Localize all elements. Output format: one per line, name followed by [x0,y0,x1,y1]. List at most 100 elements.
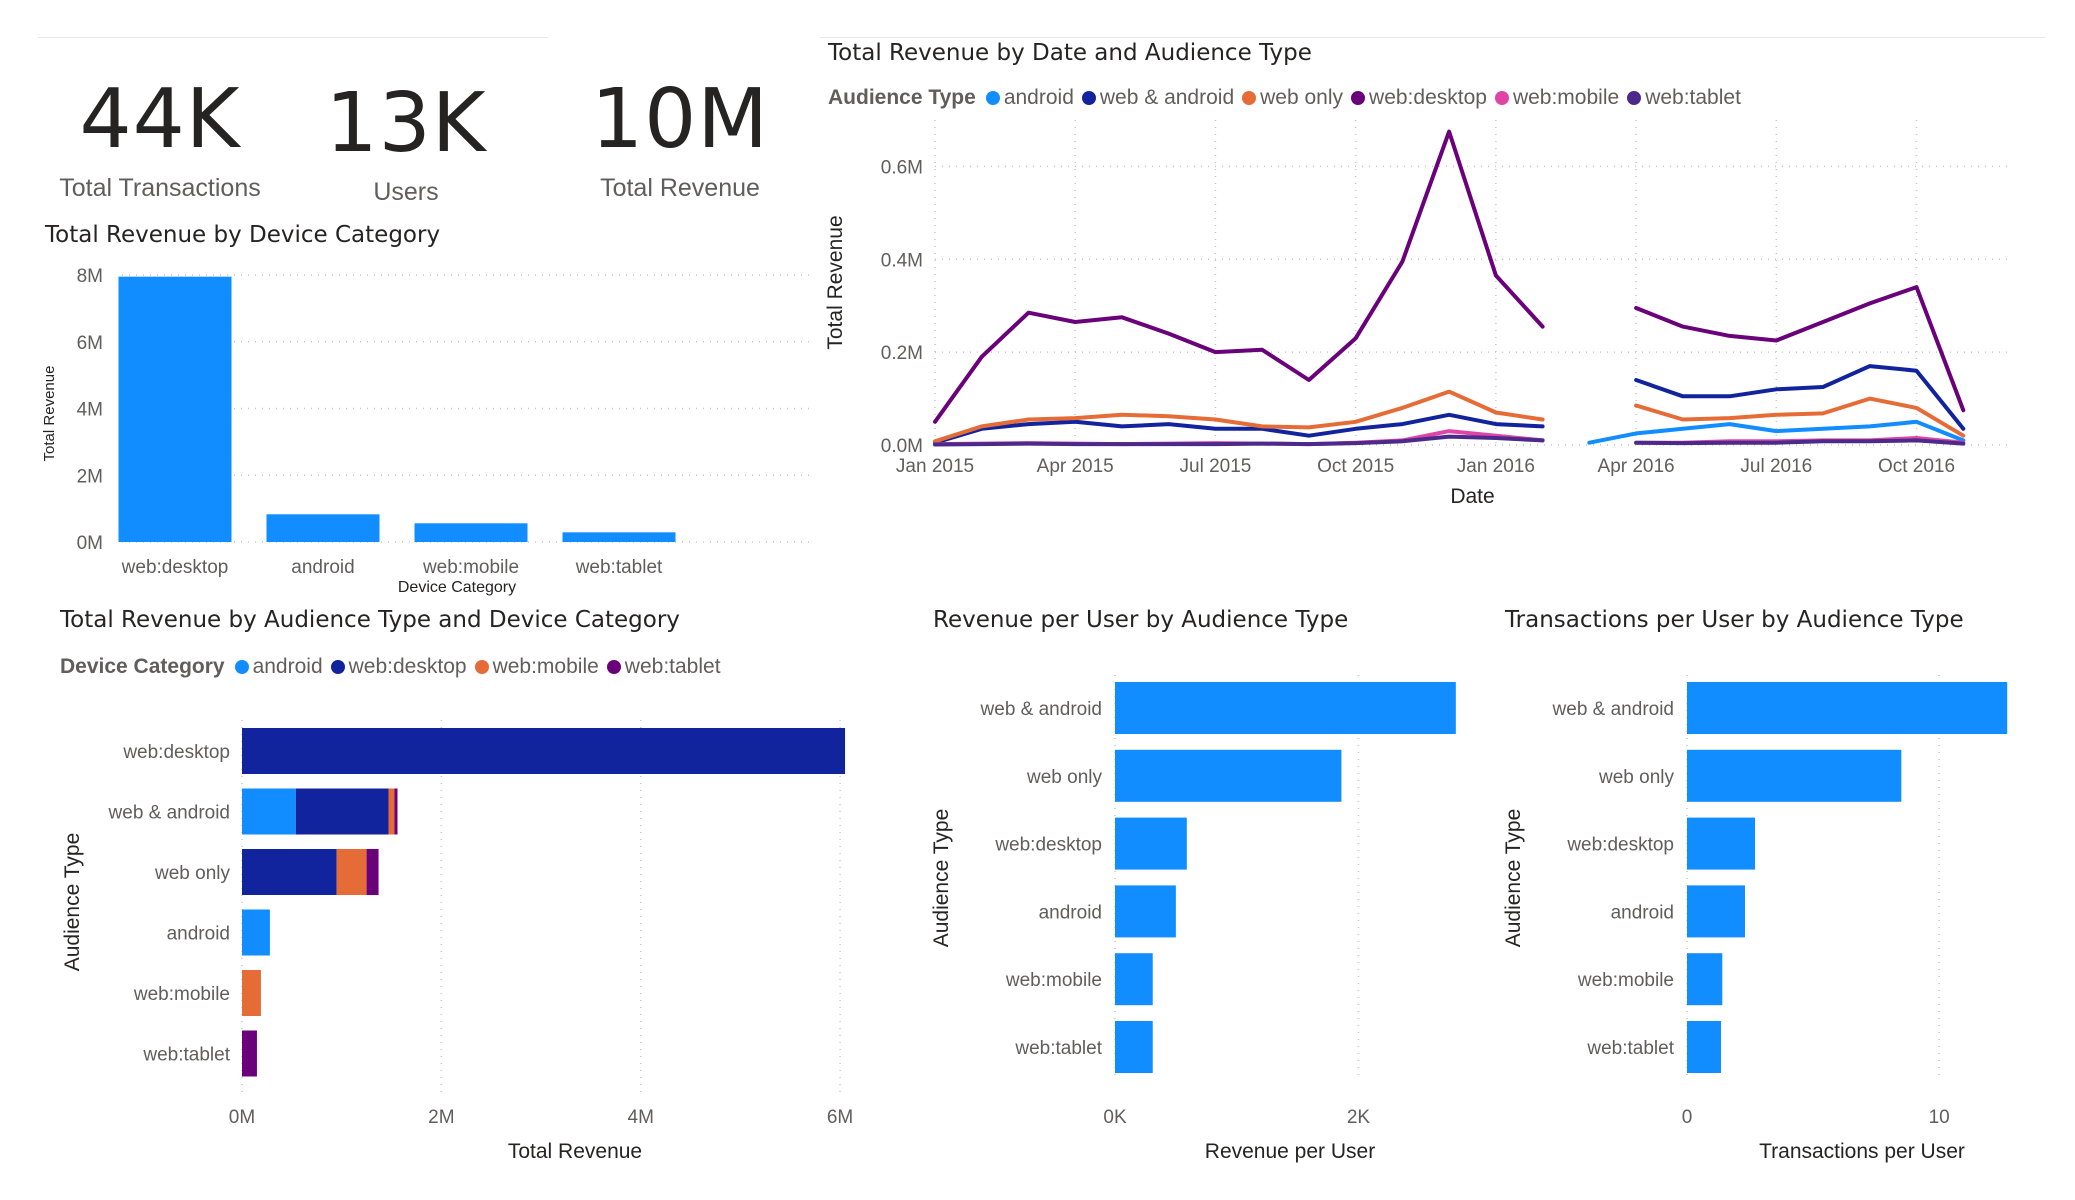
x-axis-label: Device Category [398,579,516,596]
x-tick-label: Jan 2015 [896,456,974,477]
x-axis-label: Total Revenue [508,1140,642,1163]
bar-segment [295,788,389,835]
legend-title: Device Category [60,655,225,678]
bar-segment [394,788,398,835]
legend-item-web-tablet[interactable]: web:tablet [1627,86,1741,110]
legend-label: web:desktop [348,655,467,678]
transactions-per-user-chart[interactable]: 0 10 web & android web only web:desktop andro… [1492,660,2052,1180]
y-axis-label: Total Revenue [41,366,58,462]
kpi-revenue-label: Total Revenue [600,174,760,202]
device-chart-title: Total Revenue by Device Category [45,222,441,248]
bar [266,514,380,542]
y-tick-label: android [1039,902,1102,923]
bar [1115,682,1456,734]
x-tick-label: Apr 2016 [1598,456,1675,477]
series-line [933,434,1966,447]
bar [1687,885,1745,938]
x-tick-label: web:desktop [121,557,229,578]
y-tick-label: android [167,924,230,945]
bar-segment [242,849,337,895]
y-tick-label: 0M [77,533,103,554]
y-axis-label: Audience Type [61,833,84,972]
y-axis-label: Audience Type [930,809,953,948]
x-tick-label: web:tablet [575,557,663,578]
bar [1687,953,1723,1006]
legend-item-web-desktop[interactable]: web:desktop [330,655,467,679]
bar-segment [242,728,846,774]
top-frame-line [38,37,548,38]
bar [1115,817,1187,870]
bar-segment [242,970,261,1016]
legend-label: web:mobile [492,655,599,678]
legend-label: web:mobile [1512,86,1620,109]
legend-label: web only [1260,86,1344,109]
y-tick-label: web only [154,863,230,884]
series-line [933,129,1966,424]
bar [1687,749,1902,802]
y-tick-label: web & android [1552,699,1674,720]
device-bar-chart[interactable]: 0M 2M 4M 6M 8M web:desktop android web:mobile we… [30,255,810,605]
legend-label: android [252,655,323,678]
y-tick-label: 0.2M [881,343,923,364]
legend-label: web & android [1099,86,1235,109]
x-tick-label: Jul 2016 [1740,456,1812,477]
x-tick-label: Jan 2016 [1457,456,1535,477]
legend-item-android[interactable]: android [234,655,323,679]
legend-item-web-mobile[interactable]: web:mobile [1494,86,1620,110]
y-tick-label: web:desktop [994,835,1102,856]
bar [118,276,232,542]
bar [1115,885,1176,938]
y-tick-label: web only [1598,767,1674,788]
bar [562,532,676,542]
legend-item-web-only[interactable]: web only [1242,86,1343,110]
y-tick-label: 0.6M [881,157,923,178]
legend-item-web-tablet[interactable]: web:tablet [606,655,721,679]
legend-dot [1627,91,1642,105]
legend-dot [1351,91,1366,105]
revenue-per-user-chart[interactable]: 0K 2K web & android web only web:desktop andr… [920,660,1480,1180]
kpi-users-label: Users [373,178,439,206]
bar-segment [336,849,367,895]
legend-item-web-mobile[interactable]: web:mobile [474,655,599,679]
legend-dot [1242,91,1257,105]
y-tick-label: 6M [77,333,103,354]
line-chart[interactable]: 0.0M 0.2M 0.4M 0.6M Jan 2015 Apr 2015 Jul 2015… [820,120,2045,520]
legend-item-web-android[interactable]: web & android [1081,86,1235,110]
legend-dot [606,660,621,674]
bar [414,523,528,542]
y-tick-label: web:tablet [1586,1038,1674,1059]
bar-segment [242,909,270,956]
y-tick-label: web:mobile [1005,970,1102,991]
y-tick-label: 8M [77,266,103,287]
rpu-chart-title: Revenue per User by Audience Type [933,607,1349,633]
y-tick-label: 0.0M [881,436,923,457]
x-tick-label: web:mobile [422,557,519,578]
bar [1115,749,1342,802]
legend-dot [474,660,489,674]
legend-dot [1494,91,1509,105]
line-chart-legend: Audience Type android web & android web … [828,86,1749,110]
x-tick-label: Jul 2015 [1180,456,1252,477]
x-tick-label: Oct 2015 [1317,456,1394,477]
x-tick-label: 6M [827,1107,853,1128]
bar [1687,817,1756,870]
legend-dot [1081,91,1096,105]
y-tick-label: 4M [77,400,103,421]
bar-segment [366,849,379,895]
x-tick-label: 0M [229,1107,255,1128]
y-tick-label: 2M [77,466,103,487]
stacked-chart-legend: Device Category android web:desktop web:… [60,655,729,679]
stacked-bar-chart[interactable]: 0M 2M 4M 6M web:desktop web & android web only… [30,700,890,1180]
legend-title: Audience Type [828,86,976,109]
legend-item-web-desktop[interactable]: web:desktop [1351,86,1487,110]
legend-dot [234,660,249,674]
legend-dot [330,660,345,674]
y-tick-label: 0.4M [881,250,923,271]
line-chart-title: Total Revenue by Date and Audience Type [828,40,1312,66]
bar-segment [388,788,395,835]
legend-item-android[interactable]: android [985,86,1074,110]
bar [1687,1021,1722,1073]
x-axis-label: Transactions per User [1759,1140,1965,1163]
x-tick-label: 2M [428,1107,454,1128]
y-axis-label: Audience Type [1502,809,1525,948]
